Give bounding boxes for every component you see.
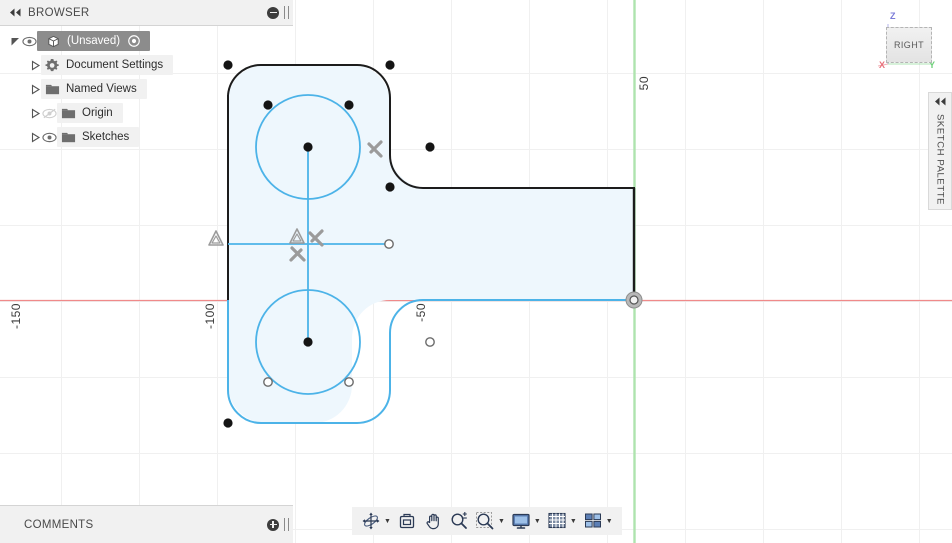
folder-icon [60, 105, 76, 121]
tree-row[interactable]: Origin [0, 101, 293, 125]
panel-resize-grip[interactable] [284, 518, 289, 531]
comments-bar[interactable]: COMMENTS [0, 505, 293, 543]
expander-collapsed-icon[interactable] [30, 84, 41, 95]
look-at-button[interactable] [394, 509, 420, 533]
chevron-down-icon[interactable]: ▼ [384, 518, 391, 525]
panel-resize-grip[interactable] [284, 6, 289, 19]
grid-snaps-button[interactable]: ▼ [544, 509, 580, 533]
tree-item-label: (Unsaved) [67, 35, 121, 47]
sketch-palette-rail[interactable]: SKETCH PALETTE [928, 92, 952, 210]
eye-icon[interactable] [21, 33, 37, 49]
chevron-down-icon[interactable]: ▼ [498, 518, 505, 525]
navigation-toolbar: ▼ ▼ ▼ ▼ ▼ [352, 507, 622, 535]
folder-icon [44, 81, 60, 97]
view-cube-face-right[interactable]: RIGHT [886, 27, 932, 63]
eye-hidden-icon[interactable] [41, 105, 57, 121]
look-at-icon [399, 513, 415, 529]
expander-collapsed-icon[interactable] [30, 60, 41, 71]
chevron-down-icon[interactable]: ▼ [570, 518, 577, 525]
orbit-icon [362, 512, 380, 530]
tree-item-label: Sketches [82, 131, 130, 143]
expander-expanded-icon[interactable] [10, 36, 21, 47]
tree-row[interactable]: (Unsaved) [0, 29, 293, 53]
cube-icon [45, 33, 61, 49]
double-left-arrow-icon[interactable] [934, 97, 947, 109]
chevron-down-icon[interactable]: ▼ [606, 518, 613, 525]
browser-header: BROWSER [0, 0, 293, 26]
sketch-palette-title: SKETCH PALETTE [934, 114, 946, 206]
folder-icon [60, 129, 76, 145]
tree-row[interactable]: Named Views [0, 77, 293, 101]
tree-row[interactable]: Sketches [0, 125, 293, 149]
fusion-sketch-window: 50 -150 -100 -50 BROWSER (Unsaved) Docum… [0, 0, 952, 543]
tree-item-named-views[interactable]: Named Views [41, 79, 147, 99]
tree-item-unsaved[interactable]: (Unsaved) [37, 31, 151, 51]
monitor-icon [512, 513, 530, 529]
fit-button[interactable]: ▼ [472, 509, 508, 533]
circle-plus-icon[interactable] [267, 518, 279, 531]
tree-item-sketches[interactable]: Sketches [57, 127, 140, 147]
browser-title: BROWSER [28, 6, 90, 19]
eye-icon[interactable] [41, 129, 57, 145]
hand-icon [426, 513, 439, 530]
symmetry-constraint-icon-left[interactable] [208, 230, 224, 246]
zoom-button[interactable] [446, 509, 472, 533]
expander-collapsed-icon[interactable] [30, 132, 41, 143]
browser-tree: (Unsaved) Document Settings Named Views … [0, 26, 293, 149]
fit-icon [475, 512, 494, 530]
zoom-icon [451, 512, 467, 529]
tree-item-label: Origin [82, 107, 113, 119]
double-left-arrow-icon[interactable] [4, 8, 26, 17]
axis-tick-label: -150 [9, 303, 23, 330]
chevron-down-icon[interactable]: ▼ [534, 518, 541, 525]
circle-minus-icon[interactable] [267, 6, 279, 19]
display-settings-button[interactable]: ▼ [508, 509, 544, 533]
tree-item-label: Document Settings [66, 59, 164, 71]
tree-row[interactable]: Document Settings [0, 53, 293, 77]
tree-item-document-settings[interactable]: Document Settings [41, 55, 174, 75]
target-icon[interactable] [126, 33, 142, 49]
browser-panel: BROWSER (Unsaved) Document Settings Name… [0, 0, 293, 149]
grid-icon [548, 512, 566, 529]
viewports-button[interactable]: ▼ [580, 509, 616, 533]
axis-tick-label: 50 [637, 76, 651, 91]
view-cube[interactable]: Z X Y RIGHT [862, 8, 936, 70]
comments-title: COMMENTS [24, 518, 94, 531]
tree-item-label: Named Views [66, 83, 137, 95]
orbit-button[interactable]: ▼ [358, 509, 394, 533]
axis-tick-label: -50 [414, 303, 428, 322]
expander-collapsed-icon[interactable] [30, 108, 41, 119]
origin-point[interactable] [625, 291, 643, 309]
axis-tick-label: -100 [203, 303, 217, 330]
pan-button[interactable] [420, 509, 446, 533]
viewports-icon [584, 513, 601, 528]
tree-item-origin[interactable]: Origin [57, 103, 123, 123]
gear-icon [44, 57, 60, 73]
